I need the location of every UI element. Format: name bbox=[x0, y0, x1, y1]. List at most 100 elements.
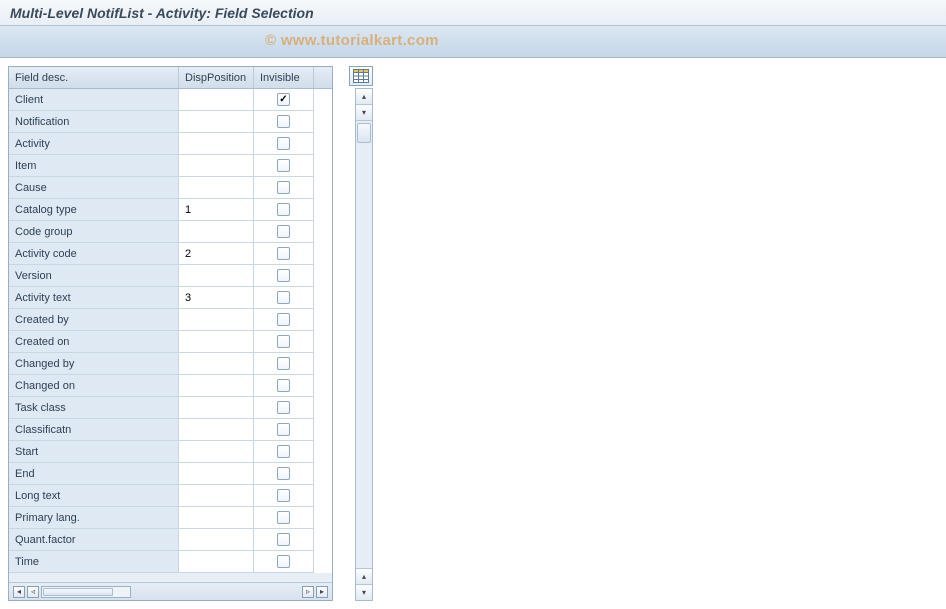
invisible-checkbox[interactable] bbox=[277, 335, 290, 348]
hscroll-track[interactable] bbox=[41, 586, 131, 598]
scroll-page-down-button[interactable]: ▴ bbox=[356, 568, 372, 584]
invisible-checkbox[interactable] bbox=[277, 181, 290, 194]
disp-position-cell[interactable] bbox=[179, 463, 254, 485]
scroll-down-button[interactable]: ▾ bbox=[356, 584, 372, 600]
table-settings-button[interactable] bbox=[349, 66, 373, 86]
table-row[interactable]: Classificatn bbox=[9, 419, 332, 441]
table-row[interactable]: Created on bbox=[9, 331, 332, 353]
table-row[interactable]: Changed on bbox=[9, 375, 332, 397]
invisible-cell bbox=[254, 265, 314, 287]
table-row[interactable]: Quant.factor bbox=[9, 529, 332, 551]
disp-position-cell[interactable]: 2 bbox=[179, 243, 254, 265]
invisible-checkbox[interactable] bbox=[277, 313, 290, 326]
table-row[interactable]: Client bbox=[9, 89, 332, 111]
invisible-checkbox[interactable] bbox=[277, 401, 290, 414]
table-row[interactable]: Changed by bbox=[9, 353, 332, 375]
grid-vertical-scrollbar: ▴ ▾ ▴ ▾ bbox=[355, 88, 373, 601]
scroll-left-button[interactable]: ◂ bbox=[13, 586, 25, 598]
field-desc-cell: Long text bbox=[9, 485, 179, 507]
disp-position-cell[interactable] bbox=[179, 507, 254, 529]
disp-position-cell[interactable] bbox=[179, 111, 254, 133]
table-row[interactable]: Start bbox=[9, 441, 332, 463]
invisible-checkbox[interactable] bbox=[277, 159, 290, 172]
column-header-disp-position[interactable]: DispPosition bbox=[179, 67, 254, 88]
disp-position-cell[interactable] bbox=[179, 529, 254, 551]
hscroll-thumb[interactable] bbox=[43, 588, 113, 596]
disp-position-cell[interactable] bbox=[179, 265, 254, 287]
field-desc-cell: Time bbox=[9, 551, 179, 573]
table-row[interactable]: Code group bbox=[9, 221, 332, 243]
field-desc-cell: End bbox=[9, 463, 179, 485]
disp-position-cell[interactable]: 1 bbox=[179, 199, 254, 221]
invisible-checkbox[interactable] bbox=[277, 467, 290, 480]
invisible-checkbox[interactable] bbox=[277, 93, 290, 106]
table-row[interactable]: Notification bbox=[9, 111, 332, 133]
grid-body: ClientNotificationActivityItemCauseCatal… bbox=[9, 89, 332, 582]
invisible-checkbox[interactable] bbox=[277, 489, 290, 502]
table-row[interactable]: Activity bbox=[9, 133, 332, 155]
disp-position-cell[interactable] bbox=[179, 133, 254, 155]
column-header-field-desc[interactable]: Field desc. bbox=[9, 67, 179, 88]
invisible-cell bbox=[254, 133, 314, 155]
invisible-checkbox[interactable] bbox=[277, 203, 290, 216]
invisible-checkbox[interactable] bbox=[277, 115, 290, 128]
invisible-checkbox[interactable] bbox=[277, 247, 290, 260]
disp-position-cell[interactable] bbox=[179, 331, 254, 353]
column-header-invisible[interactable]: Invisible bbox=[254, 67, 314, 88]
table-row[interactable]: Long text bbox=[9, 485, 332, 507]
invisible-checkbox[interactable] bbox=[277, 225, 290, 238]
table-row[interactable]: Activity code2 bbox=[9, 243, 332, 265]
invisible-checkbox[interactable] bbox=[277, 379, 290, 392]
scroll-page-up-button[interactable]: ▾ bbox=[356, 105, 372, 121]
invisible-cell bbox=[254, 309, 314, 331]
disp-position-cell[interactable] bbox=[179, 353, 254, 375]
table-row[interactable]: Catalog type1 bbox=[9, 199, 332, 221]
scroll-first-button[interactable]: ◃ bbox=[27, 586, 39, 598]
disp-position-cell[interactable] bbox=[179, 309, 254, 331]
table-row[interactable]: End bbox=[9, 463, 332, 485]
field-desc-cell: Catalog type bbox=[9, 199, 179, 221]
scroll-last-button[interactable]: ▹ bbox=[302, 586, 314, 598]
table-row[interactable]: Created by bbox=[9, 309, 332, 331]
field-desc-cell: Notification bbox=[9, 111, 179, 133]
scroll-right-button[interactable]: ▸ bbox=[316, 586, 328, 598]
disp-position-cell[interactable] bbox=[179, 441, 254, 463]
table-row[interactable]: Item bbox=[9, 155, 332, 177]
invisible-checkbox[interactable] bbox=[277, 511, 290, 524]
table-row[interactable]: Time bbox=[9, 551, 332, 573]
disp-position-cell[interactable]: 3 bbox=[179, 287, 254, 309]
grid-side-strip: ▴ ▾ ▴ ▾ bbox=[337, 66, 373, 601]
disp-position-cell[interactable] bbox=[179, 419, 254, 441]
disp-position-cell[interactable] bbox=[179, 155, 254, 177]
table-settings-icon bbox=[353, 69, 369, 83]
disp-position-cell[interactable] bbox=[179, 375, 254, 397]
vscroll-track[interactable] bbox=[356, 121, 372, 568]
invisible-checkbox[interactable] bbox=[277, 269, 290, 282]
disp-position-cell[interactable] bbox=[179, 397, 254, 419]
field-desc-cell: Activity code bbox=[9, 243, 179, 265]
table-row[interactable]: Task class bbox=[9, 397, 332, 419]
disp-position-cell[interactable] bbox=[179, 177, 254, 199]
invisible-checkbox[interactable] bbox=[277, 137, 290, 150]
invisible-cell bbox=[254, 199, 314, 221]
scroll-up-button[interactable]: ▴ bbox=[356, 89, 372, 105]
invisible-cell bbox=[254, 485, 314, 507]
disp-position-cell[interactable] bbox=[179, 485, 254, 507]
table-row[interactable]: Version bbox=[9, 265, 332, 287]
invisible-checkbox[interactable] bbox=[277, 533, 290, 546]
table-row[interactable]: Activity text3 bbox=[9, 287, 332, 309]
invisible-checkbox[interactable] bbox=[277, 555, 290, 568]
invisible-checkbox[interactable] bbox=[277, 357, 290, 370]
invisible-checkbox[interactable] bbox=[277, 423, 290, 436]
field-desc-cell: Created on bbox=[9, 331, 179, 353]
disp-position-cell[interactable] bbox=[179, 89, 254, 111]
vscroll-thumb[interactable] bbox=[357, 123, 371, 143]
table-row[interactable]: Primary lang. bbox=[9, 507, 332, 529]
disp-position-cell[interactable] bbox=[179, 221, 254, 243]
invisible-cell bbox=[254, 419, 314, 441]
invisible-checkbox[interactable] bbox=[277, 445, 290, 458]
invisible-checkbox[interactable] bbox=[277, 291, 290, 304]
grid-header: Field desc. DispPosition Invisible bbox=[9, 67, 332, 89]
disp-position-cell[interactable] bbox=[179, 551, 254, 573]
table-row[interactable]: Cause bbox=[9, 177, 332, 199]
